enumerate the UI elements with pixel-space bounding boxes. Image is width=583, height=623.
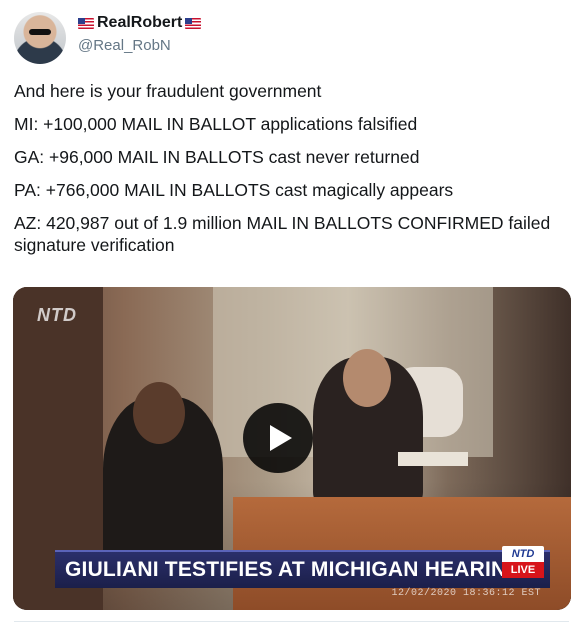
us-flag-icon bbox=[78, 17, 94, 29]
display-name-text: RealRobert bbox=[97, 14, 183, 31]
tweet-line: AZ: 420,987 out of 1.9 million MAIL IN B… bbox=[14, 213, 551, 255]
tweet-header: RealRobert @Real_RobN bbox=[14, 12, 574, 68]
video-person-head bbox=[133, 382, 185, 444]
ntd-watermark: NTD bbox=[37, 305, 77, 325]
video-timestamp: 12/02/2020 18:36:12 EST bbox=[391, 588, 541, 599]
sunglasses-detail bbox=[29, 29, 51, 35]
play-icon bbox=[270, 425, 292, 451]
tweet-line: And here is your fraudulent government bbox=[14, 81, 322, 101]
user-handle[interactable]: @Real_RobN bbox=[78, 37, 201, 54]
us-flag-icon bbox=[185, 17, 202, 29]
video-nameplate bbox=[398, 452, 468, 466]
live-label: LIVE bbox=[502, 562, 544, 578]
divider bbox=[14, 621, 569, 622]
display-name[interactable]: RealRobert bbox=[78, 14, 202, 32]
live-badge: NTD LIVE bbox=[502, 546, 544, 586]
video-player[interactable]: NTD GIULIANI TESTIFIES AT MICHIGAN HEARI… bbox=[13, 287, 571, 610]
tweet-line: PA: +766,000 MAIL IN BALLOTS cast magica… bbox=[14, 180, 454, 200]
news-lower-third: GIULIANI TESTIFIES AT MICHIGAN HEARING N… bbox=[55, 546, 550, 588]
tweet-line: MI: +100,000 MAIL IN BALLOT applications… bbox=[14, 114, 418, 134]
news-headline: GIULIANI TESTIFIES AT MICHIGAN HEARING bbox=[65, 558, 523, 581]
tweet-line: GA: +96,000 MAIL IN BALLOTS cast never r… bbox=[14, 147, 420, 167]
author-names: RealRobert @Real_RobN bbox=[78, 14, 202, 54]
avatar[interactable] bbox=[14, 12, 66, 64]
tweet-card: RealRobert @Real_RobN And here is your f… bbox=[0, 0, 583, 623]
tweet-text: And here is your fraudulent government M… bbox=[14, 80, 574, 267]
video-person-head bbox=[343, 349, 391, 407]
play-button[interactable] bbox=[243, 403, 313, 473]
network-badge: NTD bbox=[502, 546, 544, 562]
